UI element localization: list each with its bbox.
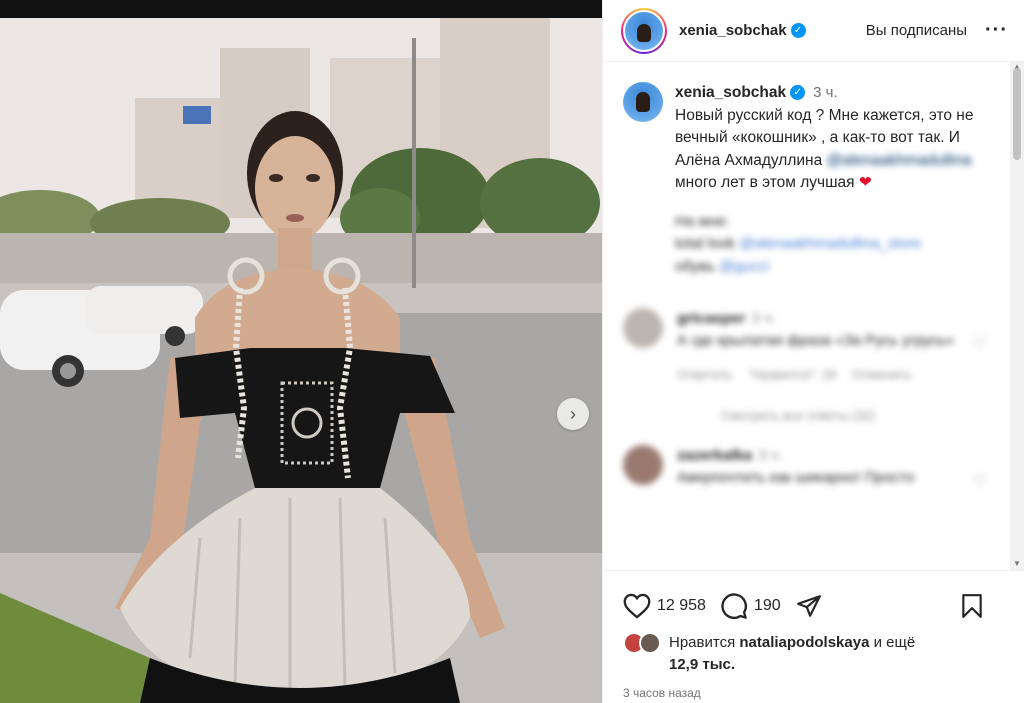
caption-time: 3 ч. [813, 84, 838, 101]
credits-line-2: total look @alenaakhmadullina_store [675, 233, 1009, 256]
share-action[interactable] [795, 593, 829, 619]
liked-by-suffix: и ещё [873, 634, 916, 651]
caption: xenia_sobchak ✓ 3 ч. Новый русский код ? М… [603, 62, 1009, 195]
save-action[interactable] [960, 593, 990, 619]
comment-time: 3 ч. [758, 447, 783, 464]
author-username[interactable]: xenia_sobchak [679, 22, 787, 39]
likes-count: 12 958 [657, 597, 706, 614]
post-photo[interactable]: › [0, 18, 602, 703]
avatar [639, 632, 661, 654]
credits-line-1: На мне: [675, 212, 730, 230]
comment-text: А где крылатая фраза «За Русь угрусь» [677, 332, 955, 349]
caption-username[interactable]: xenia_sobchak [675, 84, 786, 101]
comments-scrollbar[interactable]: ▲ ▼ [1010, 62, 1024, 570]
comment-bubble-icon [721, 593, 747, 619]
more-options-icon[interactable]: ··· [985, 19, 1008, 42]
photo-illustration [0, 18, 602, 703]
scrollbar-thumb[interactable] [1013, 68, 1021, 160]
credits-label: обувь [675, 257, 715, 275]
caption-body: xenia_sobchak ✓ 3 ч. Новый русский код ? М… [675, 82, 993, 195]
comment-likes-count[interactable]: "Нравится": 29 [748, 367, 836, 382]
reply-button[interactable]: Ответить [677, 367, 733, 382]
credits-store-link[interactable]: @alenaakhmadullina_store [739, 235, 921, 252]
like-action[interactable]: 12 958 [623, 593, 706, 619]
comment-username[interactable]: zazerkalka [677, 447, 752, 464]
comment-body: zazerkalka 3 ч. Аверпочтить как шикарно! … [677, 445, 993, 489]
scroll-down-icon[interactable]: ▼ [1013, 559, 1021, 568]
author-avatar[interactable] [621, 7, 667, 54]
caption-credits: На мне: total look @alenaakhmadullina_st… [675, 211, 1009, 279]
view-replies-button[interactable]: Смотреть все ответы (32) [721, 408, 1009, 423]
paper-plane-icon [796, 595, 821, 617]
liked-by: Нравится nataliapodolskaya и ещё 12,9 ты… [623, 632, 1004, 676]
caption-text-2: много лет в этом лучшая [675, 174, 855, 191]
comment-action[interactable]: 190 [720, 592, 781, 620]
next-photo-button[interactable]: › [557, 398, 589, 430]
comments-count: 190 [753, 597, 781, 614]
comment-like-heart-icon[interactable]: ♡ [973, 471, 987, 491]
comment-avatar[interactable] [623, 445, 663, 485]
cancel-button[interactable]: Отменить [852, 367, 911, 382]
follow-status-button[interactable]: Вы подписаны [866, 22, 967, 39]
post-timestamp[interactable]: 3 часов назад [623, 686, 701, 700]
comments-list[interactable]: xenia_sobchak ✓ 3 ч. Новый русский код ? М… [603, 62, 1009, 570]
caption-avatar[interactable] [623, 82, 663, 122]
comment-body: grtcasper 3 ч. А где крылатая фраза «За Р… [677, 308, 993, 386]
liked-by-avatars[interactable] [623, 632, 663, 656]
comment-meta: Ответить "Нравится": 29 Отменить [677, 364, 993, 386]
heart-icon [623, 593, 651, 619]
comment-like-heart-icon[interactable]: ♡ [973, 334, 987, 354]
liked-by-user-link[interactable]: nataliapodolskaya [739, 634, 869, 651]
credits-line-3: обувь @gucci [675, 256, 1009, 279]
caption-mention-link[interactable]: @alenaakhmadullina [827, 152, 972, 169]
verified-badge-icon: ✓ [790, 23, 806, 38]
bookmark-icon [962, 594, 982, 618]
liked-by-count-link[interactable]: 12,9 тыс. [669, 656, 735, 673]
comment-time: 3 ч. [751, 310, 776, 327]
credits-label: total look [675, 235, 736, 252]
post-header: xenia_sobchak ✓ Вы подписаны ··· [603, 0, 1024, 62]
liked-by-text: Нравится nataliapodolskaya и ещё 12,9 ты… [669, 632, 915, 676]
heart-emoji-icon: ❤ [858, 174, 872, 191]
post-side-panel: xenia_sobchak ✓ Вы подписаны ··· xenia_s… [602, 0, 1024, 703]
divider [603, 570, 1024, 571]
top-strip [0, 0, 602, 18]
comment-avatar[interactable] [623, 308, 663, 348]
verified-badge-icon: ✓ [790, 85, 806, 101]
post-actions: 12 958 190 [623, 588, 1004, 624]
chevron-right-icon: › [570, 403, 576, 424]
comment-item: zazerkalka 3 ч. Аверпочтить как шикарно! … [603, 445, 1009, 491]
credits-brand-link[interactable]: @gucci [719, 258, 769, 275]
liked-by-prefix: Нравится [669, 634, 736, 651]
comment-text: Аверпочтить как шикарно! Просто [677, 469, 915, 486]
comment-username[interactable]: grtcasper [677, 310, 745, 327]
comment-item: grtcasper 3 ч. А где крылатая фраза «За Р… [603, 308, 1009, 386]
